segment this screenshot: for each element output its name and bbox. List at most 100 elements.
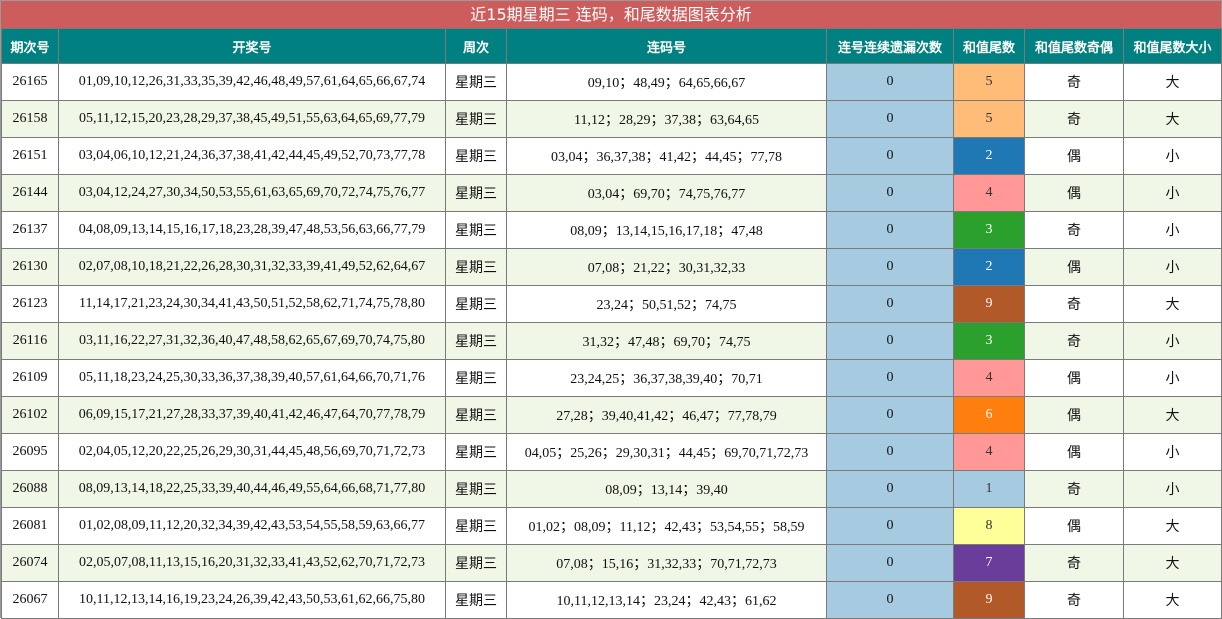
- numbers-cell: 02,04,05,12,20,22,25,26,29,30,31,44,45,4…: [58, 433, 446, 471]
- issue-cell: 26151: [1, 137, 59, 175]
- miss-count-cell: 0: [826, 507, 954, 545]
- week-cell: 星期三: [445, 137, 507, 175]
- table-row: 26074 02,05,07,08,11,13,15,16,20,31,32,33…: [1, 544, 1222, 582]
- parity-cell: 奇: [1024, 100, 1124, 138]
- miss-count-cell: 0: [826, 359, 954, 397]
- miss-count-cell: 0: [826, 285, 954, 323]
- parity-cell: 奇: [1024, 544, 1124, 582]
- miss-count-cell: 0: [826, 137, 954, 175]
- sum-tail-cell: 4: [953, 433, 1025, 471]
- miss-count-cell: 0: [826, 63, 954, 101]
- consecutive-cell: 09,10；48,49；64,65,66,67: [506, 63, 827, 101]
- table-row: 26144 03,04,12,24,27,30,34,50,53,55,61,63…: [1, 174, 1222, 212]
- week-cell: 星期三: [445, 211, 507, 249]
- numbers-cell: 10,11,12,13,14,16,19,23,24,26,39,42,43,5…: [58, 581, 446, 619]
- week-cell: 星期三: [445, 174, 507, 212]
- consecutive-cell: 07,08；15,16；31,32,33；70,71,72,73: [506, 544, 827, 582]
- parity-cell: 偶: [1024, 137, 1124, 175]
- numbers-cell: 06,09,15,17,21,27,28,33,37,39,40,41,42,4…: [58, 396, 446, 434]
- consecutive-cell: 23,24；50,51,52；74,75: [506, 285, 827, 323]
- consecutive-cell: 31,32；47,48；69,70；74,75: [506, 322, 827, 360]
- size-cell: 小: [1123, 470, 1222, 508]
- consecutive-cell: 08,09；13,14；39,40: [506, 470, 827, 508]
- parity-cell: 奇: [1024, 581, 1124, 619]
- miss-count-cell: 0: [826, 433, 954, 471]
- issue-cell: 26095: [1, 433, 59, 471]
- parity-cell: 偶: [1024, 248, 1124, 286]
- table-row: 26130 02,07,08,10,18,21,22,26,28,30,31,32…: [1, 248, 1222, 286]
- week-cell: 星期三: [445, 100, 507, 138]
- issue-cell: 26137: [1, 211, 59, 249]
- table-row: 26109 05,11,18,23,24,25,30,33,36,37,38,39…: [1, 359, 1222, 397]
- numbers-cell: 03,04,06,10,12,21,24,36,37,38,41,42,44,4…: [58, 137, 446, 175]
- header-parity: 和值尾数奇偶: [1024, 28, 1124, 64]
- size-cell: 小: [1123, 174, 1222, 212]
- issue-cell: 26109: [1, 359, 59, 397]
- issue-cell: 26074: [1, 544, 59, 582]
- table-body: 26165 01,09,10,12,26,31,33,35,39,42,46,48…: [1, 63, 1222, 619]
- header-week: 周次: [445, 28, 507, 64]
- data-table: 期次号 开奖号 周次 连码号 连号连续遗漏次数 和值尾数 和值尾数奇偶 和值尾数…: [1, 28, 1222, 619]
- parity-cell: 奇: [1024, 63, 1124, 101]
- sum-tail-cell: 8: [953, 507, 1025, 545]
- consecutive-cell: 11,12；28,29；37,38；63,64,65: [506, 100, 827, 138]
- parity-cell: 奇: [1024, 322, 1124, 360]
- parity-cell: 奇: [1024, 285, 1124, 323]
- size-cell: 大: [1123, 100, 1222, 138]
- consecutive-cell: 03,04；36,37,38；41,42；44,45；77,78: [506, 137, 827, 175]
- issue-cell: 26081: [1, 507, 59, 545]
- parity-cell: 偶: [1024, 396, 1124, 434]
- week-cell: 星期三: [445, 581, 507, 619]
- miss-count-cell: 0: [826, 470, 954, 508]
- parity-cell: 偶: [1024, 359, 1124, 397]
- size-cell: 小: [1123, 359, 1222, 397]
- week-cell: 星期三: [445, 285, 507, 323]
- week-cell: 星期三: [445, 544, 507, 582]
- size-cell: 小: [1123, 433, 1222, 471]
- sum-tail-cell: 7: [953, 544, 1025, 582]
- miss-count-cell: 0: [826, 322, 954, 360]
- numbers-cell: 03,04,12,24,27,30,34,50,53,55,61,63,65,6…: [58, 174, 446, 212]
- miss-count-cell: 0: [826, 581, 954, 619]
- consecutive-cell: 23,24,25；36,37,38,39,40；70,71: [506, 359, 827, 397]
- week-cell: 星期三: [445, 433, 507, 471]
- parity-cell: 偶: [1024, 507, 1124, 545]
- header-consecutive: 连码号: [506, 28, 827, 64]
- miss-count-cell: 0: [826, 396, 954, 434]
- issue-cell: 26165: [1, 63, 59, 101]
- table-row: 26137 04,08,09,13,14,15,16,17,18,23,28,39…: [1, 211, 1222, 249]
- sum-tail-cell: 5: [953, 100, 1025, 138]
- header-sum-tail: 和值尾数: [953, 28, 1025, 64]
- size-cell: 大: [1123, 581, 1222, 619]
- size-cell: 大: [1123, 396, 1222, 434]
- table-row: 26151 03,04,06,10,12,21,24,36,37,38,41,42…: [1, 137, 1222, 175]
- header-numbers: 开奖号: [58, 28, 446, 64]
- size-cell: 小: [1123, 137, 1222, 175]
- sum-tail-cell: 3: [953, 322, 1025, 360]
- miss-count-cell: 0: [826, 248, 954, 286]
- sum-tail-cell: 2: [953, 248, 1025, 286]
- header-issue: 期次号: [1, 28, 59, 64]
- consecutive-cell: 04,05；25,26；29,30,31；44,45；69,70,71,72,7…: [506, 433, 827, 471]
- sum-tail-cell: 9: [953, 285, 1025, 323]
- week-cell: 星期三: [445, 63, 507, 101]
- issue-cell: 26158: [1, 100, 59, 138]
- sum-tail-cell: 4: [953, 174, 1025, 212]
- size-cell: 大: [1123, 285, 1222, 323]
- week-cell: 星期三: [445, 322, 507, 360]
- issue-cell: 26116: [1, 322, 59, 360]
- size-cell: 大: [1123, 544, 1222, 582]
- week-cell: 星期三: [445, 359, 507, 397]
- header-size: 和值尾数大小: [1123, 28, 1222, 64]
- table-row: 26095 02,04,05,12,20,22,25,26,29,30,31,44…: [1, 433, 1222, 471]
- consecutive-cell: 10,11,12,13,14；23,24；42,43；61,62: [506, 581, 827, 619]
- numbers-cell: 03,11,16,22,27,31,32,36,40,47,48,58,62,6…: [58, 322, 446, 360]
- numbers-cell: 08,09,13,14,18,22,25,33,39,40,44,46,49,5…: [58, 470, 446, 508]
- size-cell: 小: [1123, 211, 1222, 249]
- numbers-cell: 11,14,17,21,23,24,30,34,41,43,50,51,52,5…: [58, 285, 446, 323]
- sum-tail-cell: 5: [953, 63, 1025, 101]
- numbers-cell: 05,11,12,15,20,23,28,29,37,38,45,49,51,5…: [58, 100, 446, 138]
- parity-cell: 偶: [1024, 174, 1124, 212]
- issue-cell: 26088: [1, 470, 59, 508]
- numbers-cell: 02,05,07,08,11,13,15,16,20,31,32,33,41,4…: [58, 544, 446, 582]
